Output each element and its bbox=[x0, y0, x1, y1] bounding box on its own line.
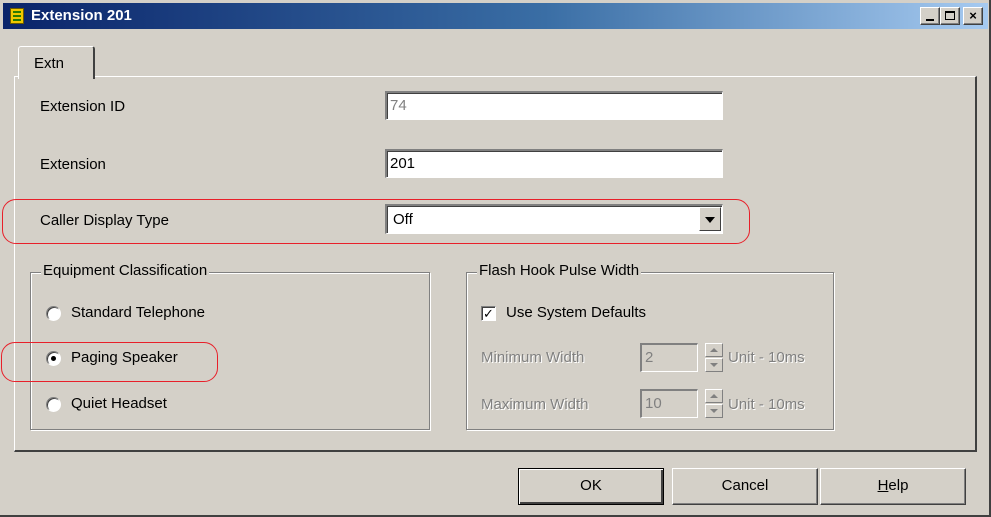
maximum-width-label: Maximum Width bbox=[481, 396, 589, 413]
close-icon: × bbox=[969, 8, 977, 23]
caller-display-type-select[interactable]: Off bbox=[385, 204, 723, 234]
tab-extn-label: Extn bbox=[34, 55, 65, 72]
close-button[interactable]: × bbox=[963, 7, 983, 25]
extension-id-input[interactable]: 74 bbox=[385, 91, 723, 120]
equipment-classification-title: Equipment Classification bbox=[41, 262, 210, 279]
minimum-width-unit: Unit - 10ms bbox=[728, 349, 805, 366]
tab-extn[interactable]: Extn bbox=[18, 46, 95, 79]
extension-id-label: Extension ID bbox=[40, 98, 126, 115]
spin-up-icon[interactable] bbox=[705, 343, 723, 357]
radio-label: Standard Telephone bbox=[71, 304, 206, 321]
radio-button[interactable] bbox=[46, 397, 61, 412]
maximum-width-spinner[interactable] bbox=[705, 389, 723, 418]
help-accelerator: H bbox=[877, 477, 889, 494]
minimum-width-label: Minimum Width bbox=[481, 349, 585, 366]
maximum-width-unit: Unit - 10ms bbox=[728, 396, 805, 413]
caller-display-type-label: Caller Display Type bbox=[40, 212, 169, 229]
use-system-defaults-label: Use System Defaults bbox=[506, 304, 647, 321]
help-button[interactable]: Help bbox=[820, 468, 966, 505]
spin-down-icon[interactable] bbox=[705, 358, 723, 372]
dropdown-arrow-icon[interactable] bbox=[699, 207, 721, 231]
radio-button[interactable] bbox=[46, 306, 61, 321]
checkmark-icon[interactable]: ✓ bbox=[481, 306, 496, 321]
radio-label: Quiet Headset bbox=[71, 395, 167, 412]
ok-button[interactable]: OK bbox=[518, 468, 664, 505]
flash-hook-title: Flash Hook Pulse Width bbox=[477, 262, 642, 279]
minimize-button[interactable] bbox=[920, 7, 940, 25]
help-label-rest: elp bbox=[888, 477, 909, 494]
maximum-width-input[interactable]: 10 bbox=[640, 389, 698, 418]
caller-display-type-value: Off bbox=[393, 211, 413, 228]
spin-down-icon[interactable] bbox=[705, 404, 723, 418]
extension-dialog: Extension 201 × Extn Extension ID 74 Ext… bbox=[0, 0, 991, 517]
extension-label: Extension bbox=[40, 156, 106, 173]
app-icon bbox=[10, 8, 24, 24]
minimize-icon bbox=[926, 19, 934, 21]
maximize-icon bbox=[945, 11, 955, 20]
spin-up-icon[interactable] bbox=[705, 389, 723, 403]
minimum-width-spinner[interactable] bbox=[705, 343, 723, 372]
extension-input[interactable]: 201 bbox=[385, 149, 723, 178]
minimum-width-input[interactable]: 2 bbox=[640, 343, 698, 372]
title-bar: Extension 201 × bbox=[3, 3, 988, 29]
maximize-button[interactable] bbox=[940, 7, 960, 25]
cancel-button[interactable]: Cancel bbox=[672, 468, 818, 505]
radio-button[interactable] bbox=[46, 351, 61, 366]
window-title: Extension 201 bbox=[31, 7, 132, 24]
radio-label: Paging Speaker bbox=[71, 349, 178, 366]
